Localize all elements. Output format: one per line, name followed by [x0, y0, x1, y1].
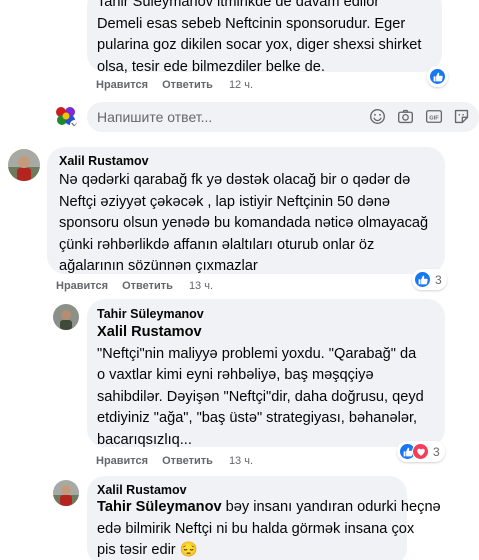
reaction-summary[interactable] — [427, 66, 448, 87]
comment-line: etdiyiniz "ağa", "baş üstə" strategiyası… — [97, 410, 418, 426]
comment-line: Demeli esas sebeb Neftcinin sponsorudur.… — [97, 15, 406, 32]
current-user-avatar — [53, 103, 79, 129]
comment-author[interactable]: Xalil Rustamov — [97, 483, 187, 497]
comment-line: Tahir Süleymanov itmirikde de davam edil… — [97, 0, 380, 10]
comment-line: sponsoru olsun yenədə bu komandada nətic… — [59, 215, 429, 231]
timestamp[interactable]: 12 ч. — [229, 79, 253, 91]
reaction-summary[interactable]: 3 — [412, 269, 447, 290]
love-icon — [412, 443, 429, 460]
smile-icon[interactable] — [368, 107, 387, 126]
comment-line: sahibdilər. Dəyişən "Neftçi"dir, daha do… — [97, 388, 424, 405]
comment-text: Nə qədərki qarabağ fk yə dəstək olacağ b… — [59, 170, 428, 278]
mention-link[interactable]: Xalil Rustamov — [97, 322, 424, 344]
like-icon — [414, 271, 431, 288]
comment-line: çünki rəhbərlikdə affanın əlaltıları otu… — [59, 236, 375, 253]
svg-text:GIF: GIF — [429, 115, 439, 121]
reply-input[interactable]: Напишите ответ... GIF — [87, 102, 479, 132]
comment-text: Xalil Rustamov "Neftçi"nin maliyyə probl… — [97, 322, 424, 451]
comment-text: Tahir Süleymanov itmirikde de davam edil… — [97, 0, 421, 78]
mention-link[interactable]: Tahir Süleymanov — [97, 499, 222, 515]
timestamp[interactable]: 13 ч. — [229, 455, 253, 467]
comment-line: pis təsir edir 😔 — [97, 542, 198, 558]
like-button[interactable]: Нравится — [96, 455, 148, 467]
comment-line: "Neftçi"nin maliyyə problemi yoxdu. "Qar… — [97, 345, 417, 362]
reaction-summary[interactable]: 3 — [397, 441, 445, 462]
timestamp[interactable]: 13 ч. — [189, 280, 213, 292]
comment-text: Tahir Süleymanov bəy insanı yandıran odu… — [97, 497, 441, 560]
reply-button[interactable]: Ответить — [122, 280, 173, 292]
like-icon — [429, 68, 446, 85]
comment-line: bacarıqsızlıq... — [97, 431, 192, 448]
comment-bubble: Tahir Süleymanov itmirikde de davam edil… — [87, 0, 442, 75]
comment-bubble: Xalil Rustamov Tahir Süleymanov bəy insa… — [87, 476, 441, 560]
comment-line: bəy insanı yandıran odurki heçnə — [221, 499, 441, 515]
reply-toolbar: GIF — [368, 107, 471, 126]
comment-line: o vaxtlar kimi eyni rəhbəliyə, baş məşqç… — [97, 367, 374, 383]
reaction-count: 3 — [433, 444, 440, 459]
avatar[interactable] — [8, 149, 40, 181]
comment-actions: Нравится Ответить 13 ч. — [56, 280, 213, 292]
reply-placeholder: Напишите ответ... — [97, 109, 213, 125]
avatar[interactable] — [53, 480, 79, 506]
comment-bubble: Tahir Süleymanov Xalil Rustamov "Neftçi"… — [87, 299, 445, 448]
comment-bubble: Xalil Rustamov Nə qədərki qarabağ fk yə … — [47, 147, 445, 274]
camera-icon[interactable] — [396, 107, 415, 126]
sticker-icon[interactable] — [452, 107, 471, 126]
comment-actions: Нравится Ответить 13 ч. — [96, 455, 253, 467]
reply-button[interactable]: Ответить — [162, 455, 213, 467]
reply-button[interactable]: Ответить — [162, 79, 213, 91]
like-button[interactable]: Нравится — [96, 79, 148, 91]
like-button[interactable]: Нравится — [56, 280, 108, 292]
gif-icon[interactable]: GIF — [424, 107, 443, 126]
comment-line: Nə qədərki qarabağ fk yə dəstək olacağ b… — [59, 172, 411, 188]
comment-line: Neftçi əziyyət çəkəcək , lap istiyir Nef… — [59, 193, 390, 210]
comment-line: ağalarının sözünnən çıxmazlar — [59, 258, 258, 274]
reaction-count: 3 — [435, 272, 442, 287]
chevron-down-icon[interactable] — [70, 120, 79, 129]
comment-author[interactable]: Xalil Rustamov — [59, 154, 149, 168]
comment-actions: Нравится Ответить 12 ч. — [96, 79, 253, 91]
avatar[interactable] — [53, 304, 79, 330]
comment-author[interactable]: Tahir Süleymanov — [97, 307, 204, 321]
comment-line: olsa, tesir ede bilmezdiler belke de. — [97, 58, 325, 75]
comment-line: edə bilmirik Neftçi ni bu halda görmək i… — [97, 520, 415, 537]
comment-line: pularina goz dikilen socar yox, diger sh… — [97, 37, 422, 53]
